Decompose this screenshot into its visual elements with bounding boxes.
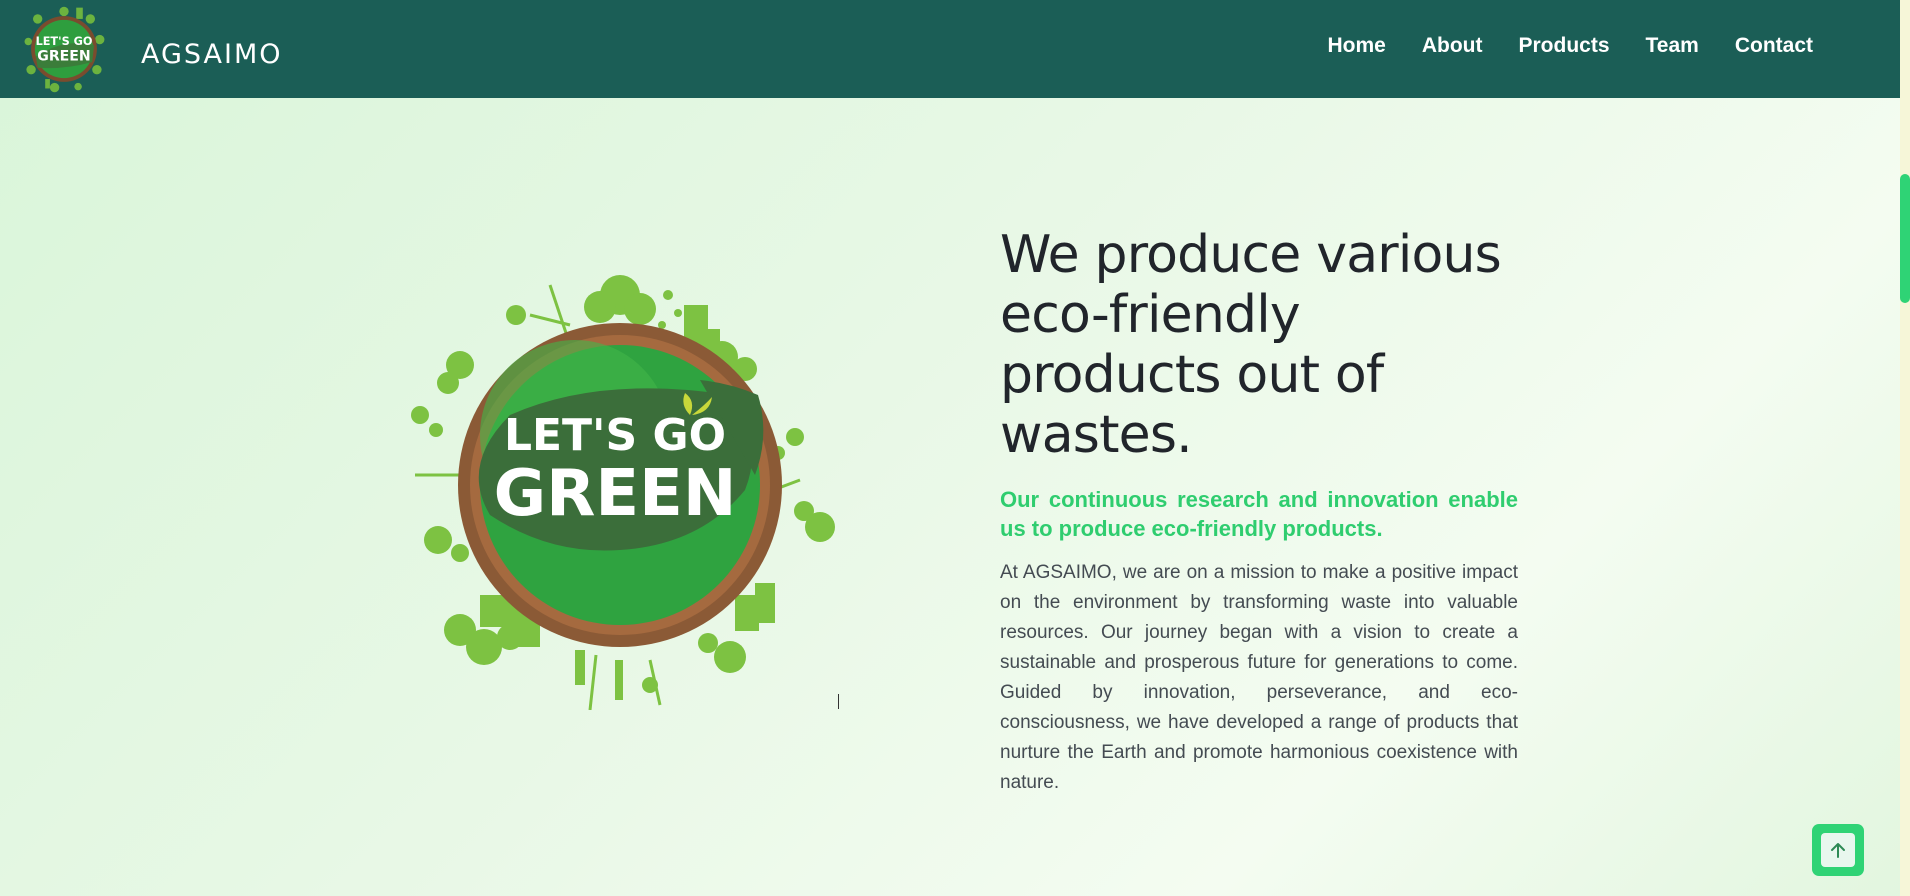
image-text-bottom: GREEN xyxy=(494,457,737,531)
nav-contact[interactable]: Contact xyxy=(1735,34,1813,58)
scrollbar-thumb[interactable] xyxy=(1900,174,1910,303)
back-to-top-button[interactable] xyxy=(1812,824,1864,876)
text-cursor xyxy=(838,694,839,709)
main-nav: Home About Products Team Contact xyxy=(1327,34,1813,58)
brand-name[interactable]: AGSAIMO xyxy=(141,39,283,70)
back-to-top-inner xyxy=(1821,833,1855,867)
nav-about[interactable]: About xyxy=(1422,34,1483,58)
hero-text-block: We produce various eco-friendly products… xyxy=(1000,225,1518,798)
arrow-up-icon xyxy=(1831,843,1845,858)
hero-subtitle: Our continuous research and innovation e… xyxy=(1000,487,1518,541)
nav-home[interactable]: Home xyxy=(1327,34,1385,58)
hero-body: At AGSAIMO, we are on a mission to make … xyxy=(1000,562,1518,793)
lets-go-green-illustration: LET'S GO GREEN xyxy=(411,275,835,710)
nav-team[interactable]: Team xyxy=(1646,34,1699,58)
logo-text-top: LET'S GO xyxy=(36,35,93,48)
image-text-top: LET'S GO xyxy=(504,410,726,461)
scrollbar-track[interactable] xyxy=(1900,0,1910,896)
hero-title: We produce various eco-friendly products… xyxy=(1000,225,1502,465)
top-navbar: LET'S GO GREEN AGSAIMO Home About Produc… xyxy=(0,0,1900,98)
brand[interactable]: LET'S GO GREEN AGSAIMO xyxy=(17,2,283,96)
nav-products[interactable]: Products xyxy=(1519,34,1610,58)
brand-logo[interactable]: LET'S GO GREEN xyxy=(17,2,111,96)
logo-text-bottom: GREEN xyxy=(37,48,90,64)
